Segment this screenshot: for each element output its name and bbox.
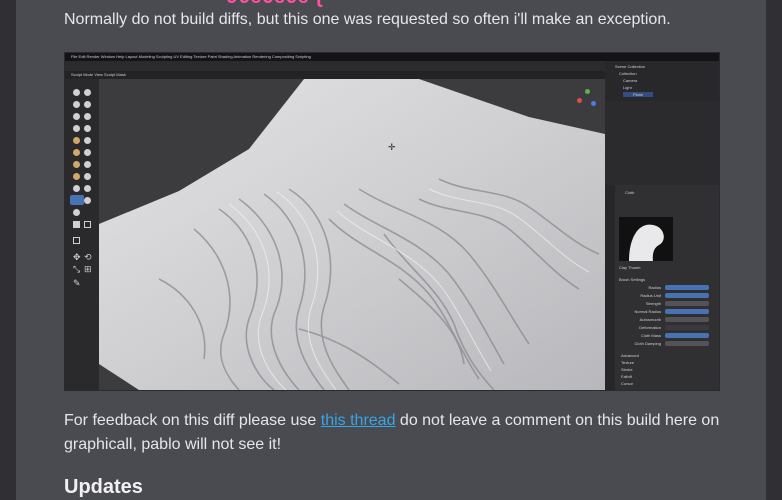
intro-paragraph: Normally do not build diffs, but this on… [64, 11, 671, 28]
settings-row-cloth-mass: Cloth Mass [640, 333, 661, 338]
brush-name-label: Clay Thumb [619, 265, 641, 270]
brush-settings-label: Brush Settings [619, 277, 646, 282]
sculpt-header-labels: Sculpt Mode View Sculpt Mask [71, 72, 126, 77]
scale-tool-icon: ⤡ [73, 264, 81, 274]
settings-row-radius: Radius [648, 285, 661, 290]
blender-header [65, 61, 605, 71]
feedback-text-before: For feedback on this diff please use [64, 412, 321, 429]
draw-sharp-tool-icon [84, 89, 91, 96]
feedback-paragraph: For feedback on this diff please use thi… [64, 409, 744, 457]
outliner-empty-area [605, 101, 719, 185]
simplify-tool-icon [84, 197, 91, 204]
page: ʋʋƽʋƽʋƽ ɭ Normally do not build diffs, b… [0, 0, 782, 500]
section-advanced[interactable]: Advanced [621, 353, 639, 358]
inflate-tool-icon [84, 113, 91, 120]
radius-slider[interactable] [665, 285, 709, 290]
cloth-mass-slider[interactable] [665, 333, 709, 338]
mask-tool-icon [73, 209, 80, 216]
brush-preview[interactable] [619, 217, 673, 261]
nudge-tool-icon [84, 185, 91, 192]
crease-tool-icon [84, 125, 91, 132]
section-stroke[interactable]: Stroke [621, 367, 633, 372]
move-tool-icon: ✥ [73, 252, 81, 262]
clay-strips-tool-icon [84, 101, 91, 108]
deformation-select[interactable] [665, 325, 709, 330]
autosmooth-slider[interactable] [665, 317, 709, 322]
radius-unit-toggle[interactable] [665, 293, 709, 298]
flatten-tool-icon [84, 137, 91, 144]
sculpt-viewport: ✛ [99, 79, 605, 390]
section-texture[interactable]: Texture [621, 360, 634, 365]
transform-tool-icon: ⊞ [84, 264, 92, 274]
mesh-filter-tool-icon [73, 237, 80, 244]
annotate-tool-icon: ✎ [73, 278, 81, 288]
updates-heading: Updates [64, 476, 143, 498]
wrinkled-cloth-mesh [99, 79, 605, 390]
pose-tool-icon [73, 185, 80, 192]
outliner-item-collection[interactable]: Collection [619, 71, 637, 76]
properties-panel: Cloth Clay Thumb Brush Settings Radius R… [605, 185, 719, 390]
navigation-gizmo-icon[interactable] [577, 89, 597, 109]
blender-menu-bar: File Edit Render Window Help Layout Mode… [65, 53, 719, 61]
scrape-tool-icon [84, 149, 91, 156]
box-mask-tool-icon [73, 221, 80, 228]
outliner-title: Scene Collection [615, 64, 646, 69]
blender-menu-labels: File Edit Render Window Help Layout Mode… [71, 54, 311, 59]
outliner-item-camera[interactable]: Camera [623, 78, 637, 83]
section-cursor[interactable]: Cursor [621, 381, 633, 386]
outliner-item-plane[interactable]: Plane [623, 92, 654, 97]
rotate-tool-icon: ⟲ [84, 252, 92, 262]
settings-row-radius-unit: Radius Unit [640, 293, 661, 298]
settings-row-cloth-damping: Cloth Damping [634, 341, 661, 346]
pinch-tool-icon [73, 161, 80, 168]
post-card: ʋʋƽʋƽʋƽ ɭ Normally do not build diffs, b… [16, 0, 766, 500]
decorative-heading-fragment: ʋʋƽʋƽʋƽ ɭ [226, 0, 323, 9]
settings-row-autosmooth: Autosmooth [639, 317, 661, 322]
draw-tool-icon [73, 89, 80, 96]
settings-row-normal-radius: Normal Radius [634, 309, 661, 314]
thumb-tool-icon [84, 173, 91, 180]
section-falloff[interactable]: Falloff [621, 374, 632, 379]
blender-screenshot: File Edit Render Window Help Layout Mode… [64, 52, 720, 391]
sculpt-tool-shelf: ✥ ⟲ ⤡ ⊞ ✎ [65, 79, 99, 390]
outliner-panel: Scene Collection Collection Camera Light… [605, 61, 719, 101]
settings-row-deformation: Deformation [639, 325, 661, 330]
box-hide-tool-icon [84, 221, 91, 228]
grab-tool-icon [84, 161, 91, 168]
normal-radius-slider[interactable] [665, 309, 709, 314]
properties-tab-strip[interactable] [605, 185, 615, 390]
layer-tool-icon [73, 113, 80, 120]
feedback-thread-link[interactable]: this thread [321, 412, 396, 429]
fill-tool-icon [73, 149, 80, 156]
smooth-tool-icon [73, 137, 80, 144]
strength-slider[interactable] [665, 301, 709, 306]
crosshair-cursor-icon: ✛ [388, 142, 396, 152]
cloth-tool-icon-active [70, 195, 84, 205]
blender-right-panels: Scene Collection Collection Camera Light… [605, 61, 719, 390]
outliner-item-light[interactable]: Light [623, 85, 632, 90]
blob-tool-icon [73, 125, 80, 132]
snake-hook-tool-icon [73, 173, 80, 180]
blender-sculpt-header: Sculpt Mode View Sculpt Mask [65, 71, 605, 79]
settings-row-strength: Strength [645, 301, 661, 306]
clay-tool-icon [73, 101, 80, 108]
props-header: Cloth [625, 190, 635, 195]
cloth-damping-slider[interactable] [665, 341, 709, 346]
